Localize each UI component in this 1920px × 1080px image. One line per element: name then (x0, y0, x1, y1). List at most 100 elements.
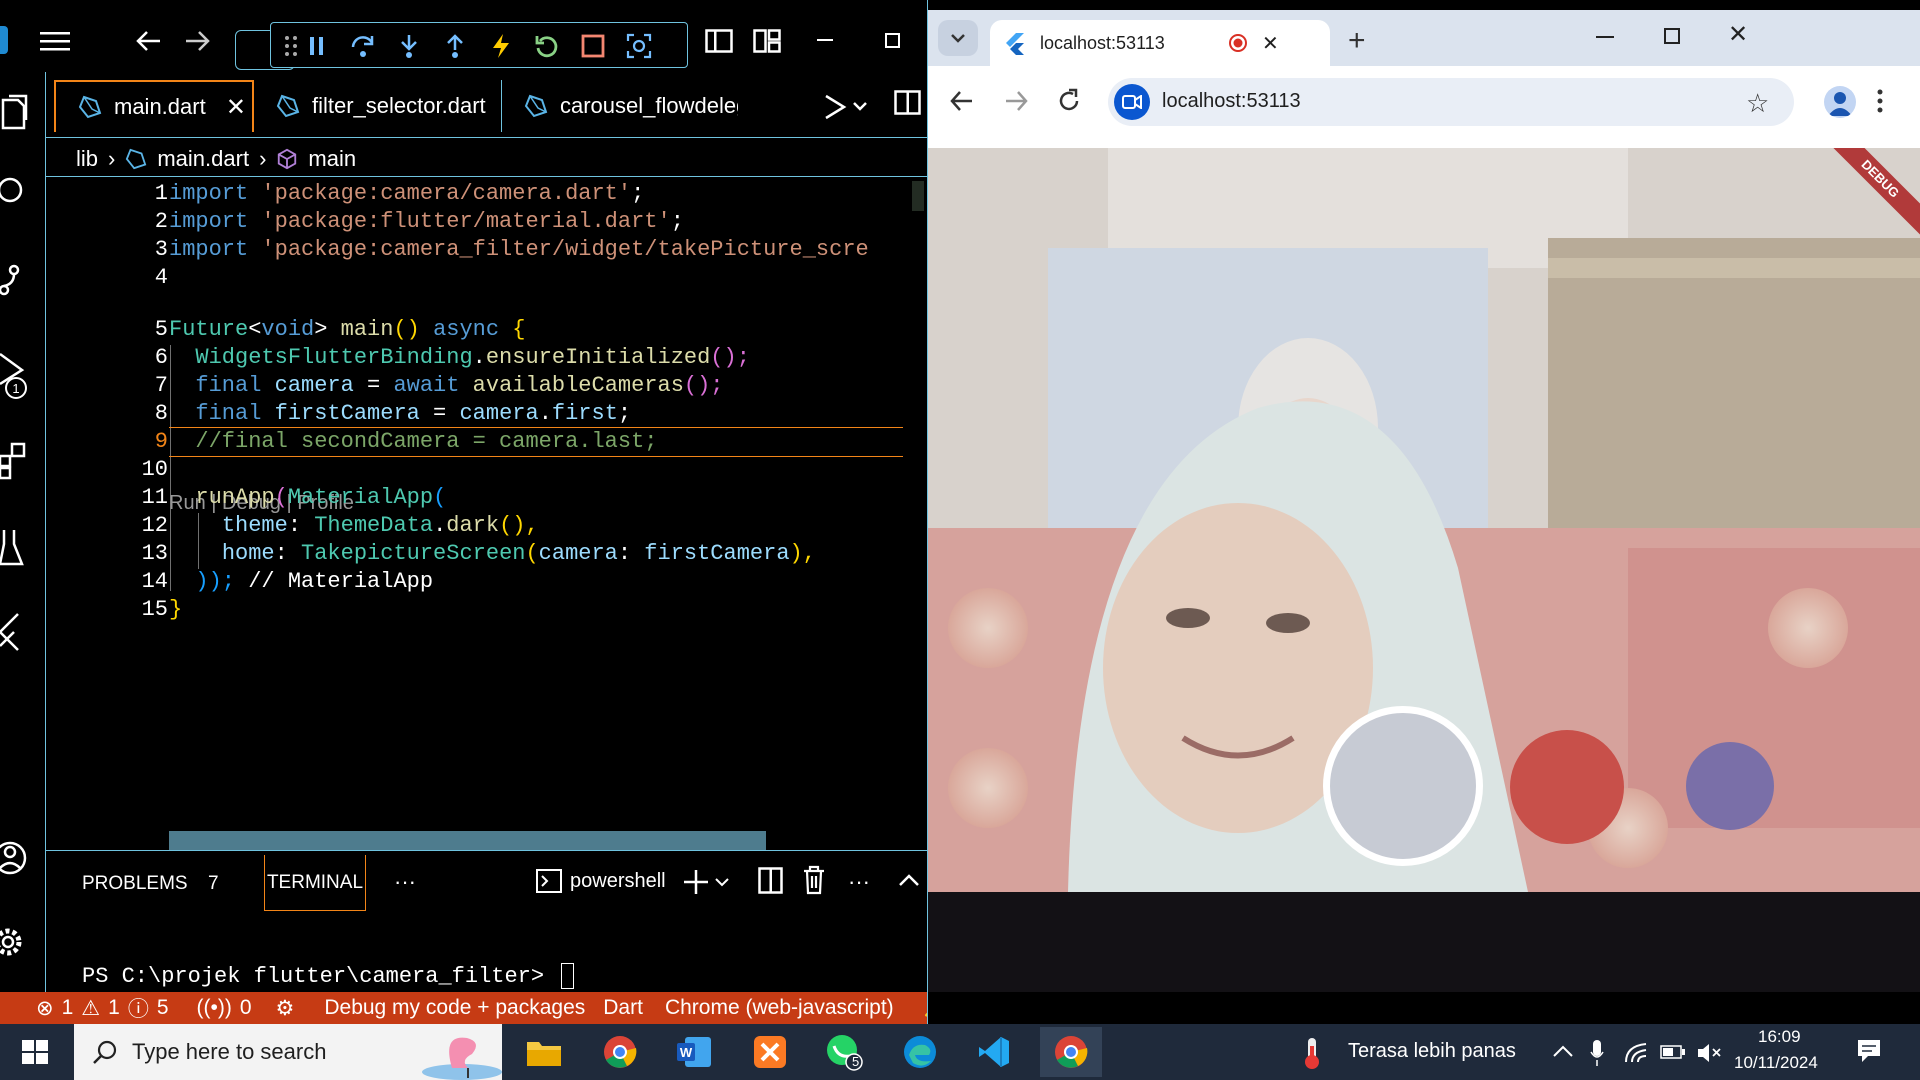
language-mode[interactable]: Dart (603, 996, 643, 1020)
battery-icon[interactable] (1660, 1044, 1686, 1060)
ports-icon[interactable]: ((•)) (197, 996, 232, 1020)
close-tab-icon[interactable]: ✕ (1262, 31, 1279, 56)
split-editor-icon[interactable] (894, 90, 922, 118)
filter-option-purple[interactable] (1686, 742, 1774, 830)
show-hidden-icons-chevron-icon[interactable] (1552, 1044, 1574, 1058)
xampp-app-icon[interactable] (740, 1030, 800, 1074)
forward-icon[interactable] (1004, 90, 1028, 112)
clock-time[interactable]: 16:09 (1758, 1027, 1801, 1047)
new-terminal-icon[interactable] (684, 867, 734, 897)
bookmark-star-icon[interactable]: ☆ (1746, 88, 1769, 119)
profile-avatar-icon[interactable] (1824, 86, 1856, 118)
window-close-icon[interactable]: ✕ (1728, 20, 1748, 49)
breadcrumb-file[interactable]: main.dart (157, 146, 249, 172)
volume-muted-icon[interactable] (1696, 1042, 1722, 1064)
back-icon[interactable] (134, 26, 164, 56)
file-explorer-icon[interactable] (514, 1030, 574, 1074)
drag-handle-icon[interactable] (277, 32, 305, 60)
tab-main-dart[interactable]: main.dart ✕ (54, 80, 254, 132)
whatsapp-app-icon[interactable]: 5 (814, 1030, 874, 1074)
accounts-icon[interactable] (0, 838, 40, 878)
filter-option-red[interactable] (1510, 730, 1624, 844)
terminal-output[interactable]: PS C:\projek flutter\camera_filter> (82, 963, 575, 989)
tab-carousel-flowdelegate[interactable]: carousel_flowdeleg (502, 80, 738, 132)
stop-icon[interactable] (579, 32, 607, 60)
pause-icon[interactable] (303, 32, 331, 60)
code-editor[interactable]: 1 2 3 4 5 6 7 8 9 10 11 12 13 14 15 impo… (46, 176, 927, 851)
error-icon[interactable]: ⊗ (36, 996, 54, 1021)
minimize-icon[interactable] (812, 26, 842, 56)
site-camera-icon[interactable] (1114, 84, 1150, 120)
reload-icon[interactable] (1056, 88, 1082, 114)
manage-gear-icon[interactable] (0, 920, 40, 960)
forward-icon[interactable] (182, 26, 212, 56)
more-tabs-button[interactable]: ··· (394, 869, 416, 895)
flamingo-illustration (422, 1037, 502, 1080)
filter-option-normal-selected[interactable] (1323, 706, 1483, 866)
warning-icon[interactable]: ⚠ (81, 996, 100, 1021)
tab-search-button[interactable] (938, 20, 978, 56)
ports-count[interactable]: 0 (240, 996, 252, 1020)
symbol-method-icon (278, 148, 297, 170)
hot-reload-icon[interactable] (487, 32, 515, 60)
step-over-icon[interactable] (349, 32, 377, 60)
address-bar[interactable]: localhost:53113 ☆ (1108, 78, 1794, 126)
maximize-icon[interactable] (878, 26, 908, 56)
chevron-up-icon[interactable] (898, 873, 920, 887)
kill-terminal-icon[interactable] (802, 865, 826, 895)
run-debug-dropdown-icon[interactable] (820, 92, 872, 122)
back-icon[interactable] (950, 90, 974, 112)
tab-terminal[interactable]: TERMINAL (264, 855, 366, 911)
debug-icon[interactable]: ⚙ (276, 996, 295, 1021)
chrome-tab-localhost[interactable]: localhost:53113 ✕ (990, 20, 1330, 66)
tab-problems[interactable]: PROBLEMS (82, 873, 188, 895)
notifications-bell-icon[interactable]: 🔔 (924, 996, 927, 1020)
clock-date[interactable]: 10/11/2024 (1734, 1053, 1818, 1073)
word-app-icon[interactable]: W (664, 1030, 724, 1074)
source-control-icon[interactable] (0, 262, 40, 302)
search-icon[interactable] (0, 176, 40, 216)
warning-count[interactable]: 1 (108, 996, 120, 1020)
minimap[interactable] (912, 181, 924, 211)
info-count[interactable]: 5 (157, 996, 169, 1020)
step-into-icon[interactable] (395, 32, 423, 60)
layout-icon[interactable] (752, 26, 782, 56)
split-terminal-icon[interactable] (758, 867, 784, 895)
widget-inspector-icon[interactable] (625, 32, 653, 60)
chrome-active-app-icon[interactable] (1040, 1027, 1102, 1077)
chrome-app-icon[interactable] (590, 1030, 650, 1074)
debug-configuration[interactable]: Debug my code + packages (324, 996, 585, 1020)
breadcrumb-symbol[interactable]: main (308, 146, 356, 172)
window-maximize-icon[interactable] (1664, 28, 1680, 44)
extensions-icon[interactable] (0, 438, 40, 480)
weather-thermometer-icon[interactable] (1300, 1036, 1324, 1070)
window-minimize-icon[interactable] (1596, 36, 1614, 38)
run-debug-icon[interactable]: 1 (0, 348, 40, 399)
new-tab-icon[interactable]: + (1348, 24, 1366, 58)
tab-filter-selector[interactable]: filter_selector.dart (254, 80, 502, 132)
restart-icon[interactable] (533, 32, 561, 60)
info-icon[interactable]: ⓘ (128, 993, 149, 1023)
menu-icon[interactable] (40, 26, 70, 56)
edge-app-icon[interactable] (890, 1030, 950, 1074)
panel-more-actions-button[interactable]: ··· (848, 869, 870, 895)
close-tab-icon[interactable]: ✕ (226, 93, 246, 122)
testing-icon[interactable] (0, 528, 40, 568)
notification-center-icon[interactable] (1856, 1038, 1882, 1064)
error-count[interactable]: 1 (62, 996, 74, 1020)
terminal-shell-selector[interactable]: powershell (536, 869, 666, 893)
breadcrumb-folder[interactable]: lib (76, 146, 98, 172)
horizontal-scrollbar[interactable] (169, 831, 766, 851)
step-out-icon[interactable] (441, 32, 469, 60)
toggle-sidebar-icon[interactable] (704, 26, 734, 56)
chrome-menu-icon[interactable] (1876, 88, 1884, 114)
start-windows-icon[interactable] (22, 1040, 48, 1064)
vscode-app-icon[interactable] (964, 1030, 1024, 1074)
microphone-icon[interactable] (1590, 1040, 1604, 1066)
explorer-icon[interactable] (0, 94, 40, 134)
flutter-icon[interactable] (0, 612, 40, 652)
device-selector[interactable]: Chrome (web-javascript) (665, 996, 894, 1020)
taskbar-search-box[interactable]: Type here to search (74, 1024, 502, 1080)
weather-text[interactable]: Terasa lebih panas (1348, 1040, 1516, 1063)
wifi-icon[interactable] (1624, 1042, 1650, 1064)
